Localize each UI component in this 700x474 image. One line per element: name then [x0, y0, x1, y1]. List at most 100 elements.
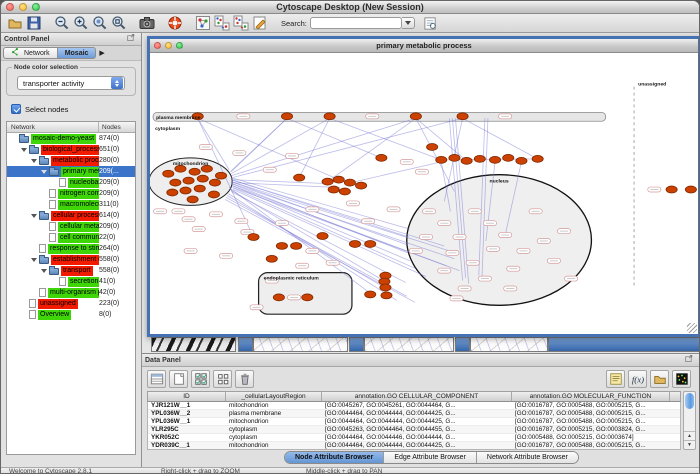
network-node[interactable]: [328, 186, 339, 193]
expand-arrow-icon[interactable]: [41, 269, 47, 273]
network-node[interactable]: [365, 291, 376, 298]
network-node[interactable]: [324, 113, 335, 120]
network-node[interactable]: [248, 234, 259, 241]
zoom-in-icon[interactable]: [72, 15, 89, 32]
network-window-titlebar[interactable]: primary metabolic process: [150, 39, 698, 53]
network-node[interactable]: [685, 186, 696, 193]
network-node[interactable]: [294, 174, 305, 181]
tree-row[interactable]: macromolecule311(0): [7, 199, 135, 210]
background-window[interactable]: [151, 337, 236, 352]
tree-row[interactable]: unassigned223(0): [7, 298, 135, 309]
network-node[interactable]: [457, 113, 468, 120]
network-node[interactable]: [208, 191, 219, 198]
network-node[interactable]: [532, 155, 543, 162]
tree-row[interactable]: mosaic-demo-yeast874(0): [7, 133, 135, 144]
plasma-membrane-region[interactable]: [153, 112, 606, 121]
search-input[interactable]: [310, 17, 402, 29]
network-node[interactable]: [197, 175, 208, 182]
tree-column-network[interactable]: Network: [7, 122, 99, 132]
tree-row[interactable]: cellular metabol209(0): [7, 221, 135, 232]
select-nodes-checkbox[interactable]: [11, 104, 21, 114]
network-canvas[interactable]: plasma membranecytoplasmmitochondrionnuc…: [150, 53, 698, 334]
background-window[interactable]: [364, 337, 454, 352]
network-node[interactable]: [436, 156, 447, 163]
resize-grip-icon[interactable]: [687, 323, 697, 333]
table-row[interactable]: YDR039C__1mitochondrion[GO:0044464, GO:0…: [148, 442, 680, 450]
background-window[interactable]: [548, 337, 699, 352]
tab-network-attribute-browser[interactable]: Network Attribute Browser: [477, 452, 578, 463]
tree-row[interactable]: cell communicat22(0): [7, 232, 135, 243]
network-node[interactable]: [273, 294, 284, 301]
tree-row[interactable]: transport558(0): [7, 265, 135, 276]
scroll-up-icon[interactable]: ▲: [684, 431, 695, 440]
scroll-down-icon[interactable]: ▼: [684, 440, 695, 449]
formula-builder-icon[interactable]: f(x): [628, 370, 647, 388]
attribute-editor-icon[interactable]: [606, 370, 625, 388]
tree-row[interactable]: nucleobase-209(0): [7, 177, 135, 188]
tree-row[interactable]: primary metabo209(...: [7, 166, 135, 177]
network-node[interactable]: [317, 233, 328, 240]
window-titlebar[interactable]: Cytoscape Desktop (New Session): [1, 1, 699, 14]
attribute-table-icon[interactable]: [147, 370, 166, 388]
network-node[interactable]: [410, 113, 421, 120]
column-header[interactable]: annotation.GO MOLECULAR_FUNCTION: [512, 392, 670, 401]
table-row[interactable]: YPL036W__1mitochondrion[GO:0044464, GO:0…: [148, 418, 680, 426]
network-node[interactable]: [281, 113, 292, 120]
network-node[interactable]: [266, 255, 277, 262]
network-graph[interactable]: plasma membranecytoplasmmitochondrionnuc…: [150, 53, 698, 334]
export-network-icon[interactable]: [232, 15, 249, 32]
column-header[interactable]: ID: [148, 392, 226, 401]
table-scrollbar[interactable]: ▲ ▼: [683, 391, 696, 450]
delete-attribute-icon[interactable]: [235, 370, 254, 388]
network-node[interactable]: [365, 240, 376, 247]
network-node[interactable]: [381, 292, 392, 299]
network-node[interactable]: [302, 294, 313, 301]
table-row[interactable]: YJR121W__1mitochondrion[GO:0045267, GO:0…: [148, 402, 680, 410]
save-session-icon[interactable]: [25, 15, 42, 32]
tree-row[interactable]: multi-organism pro42(0): [7, 287, 135, 298]
network-node[interactable]: [349, 240, 360, 247]
vizmapper-icon[interactable]: [194, 15, 211, 32]
search-config-icon[interactable]: [422, 15, 439, 32]
float-panel-icon[interactable]: [685, 354, 696, 367]
network-node[interactable]: [356, 182, 367, 189]
network-node[interactable]: [209, 179, 220, 186]
expand-arrow-icon[interactable]: [31, 258, 37, 262]
tree-row[interactable]: Overview8(0): [7, 309, 135, 320]
column-header[interactable]: annotation.GO CELLULAR_COMPONENT: [322, 392, 512, 401]
help-icon[interactable]: [166, 15, 183, 32]
network-node[interactable]: [427, 144, 438, 151]
annotation-icon[interactable]: [251, 15, 268, 32]
network-node[interactable]: [489, 156, 500, 163]
network-node[interactable]: [461, 157, 472, 164]
network-node[interactable]: [163, 170, 174, 177]
network-node[interactable]: [666, 186, 677, 193]
table-row[interactable]: YPL036W__2plasma membrane[GO:0044464, GO…: [148, 410, 680, 418]
tree-row[interactable]: nitrogen compo209(0): [7, 188, 135, 199]
network-node[interactable]: [344, 179, 355, 186]
network-node[interactable]: [322, 178, 333, 185]
select-all-attributes-icon[interactable]: [191, 370, 210, 388]
network-node[interactable]: [189, 168, 200, 175]
tab-mosaic[interactable]: Mosaic: [57, 47, 97, 59]
search-dropdown-button[interactable]: [402, 17, 415, 29]
open-session-icon[interactable]: [6, 15, 23, 32]
attribute-matrix-icon[interactable]: [672, 370, 691, 388]
new-attribute-icon[interactable]: [169, 370, 188, 388]
network-node[interactable]: [167, 189, 178, 196]
network-node[interactable]: [474, 155, 485, 162]
unselect-all-attributes-icon[interactable]: [213, 370, 232, 388]
background-window[interactable]: [455, 337, 470, 352]
background-window[interactable]: [253, 337, 348, 352]
network-node[interactable]: [291, 242, 302, 249]
import-network-icon[interactable]: [213, 15, 230, 32]
scrollbar-thumb[interactable]: [685, 393, 694, 409]
table-row[interactable]: YLR295Ccytoplasm[GO:0045263, GO:0044464,…: [148, 426, 680, 434]
network-node[interactable]: [376, 154, 387, 161]
network-node[interactable]: [170, 179, 181, 186]
network-node[interactable]: [503, 154, 514, 161]
tree-row[interactable]: establishment of lo558(0): [7, 254, 135, 265]
column-header[interactable]: _cellularLayoutRegion: [226, 392, 322, 401]
expand-arrow-icon[interactable]: [31, 214, 37, 218]
network-node[interactable]: [449, 154, 460, 161]
